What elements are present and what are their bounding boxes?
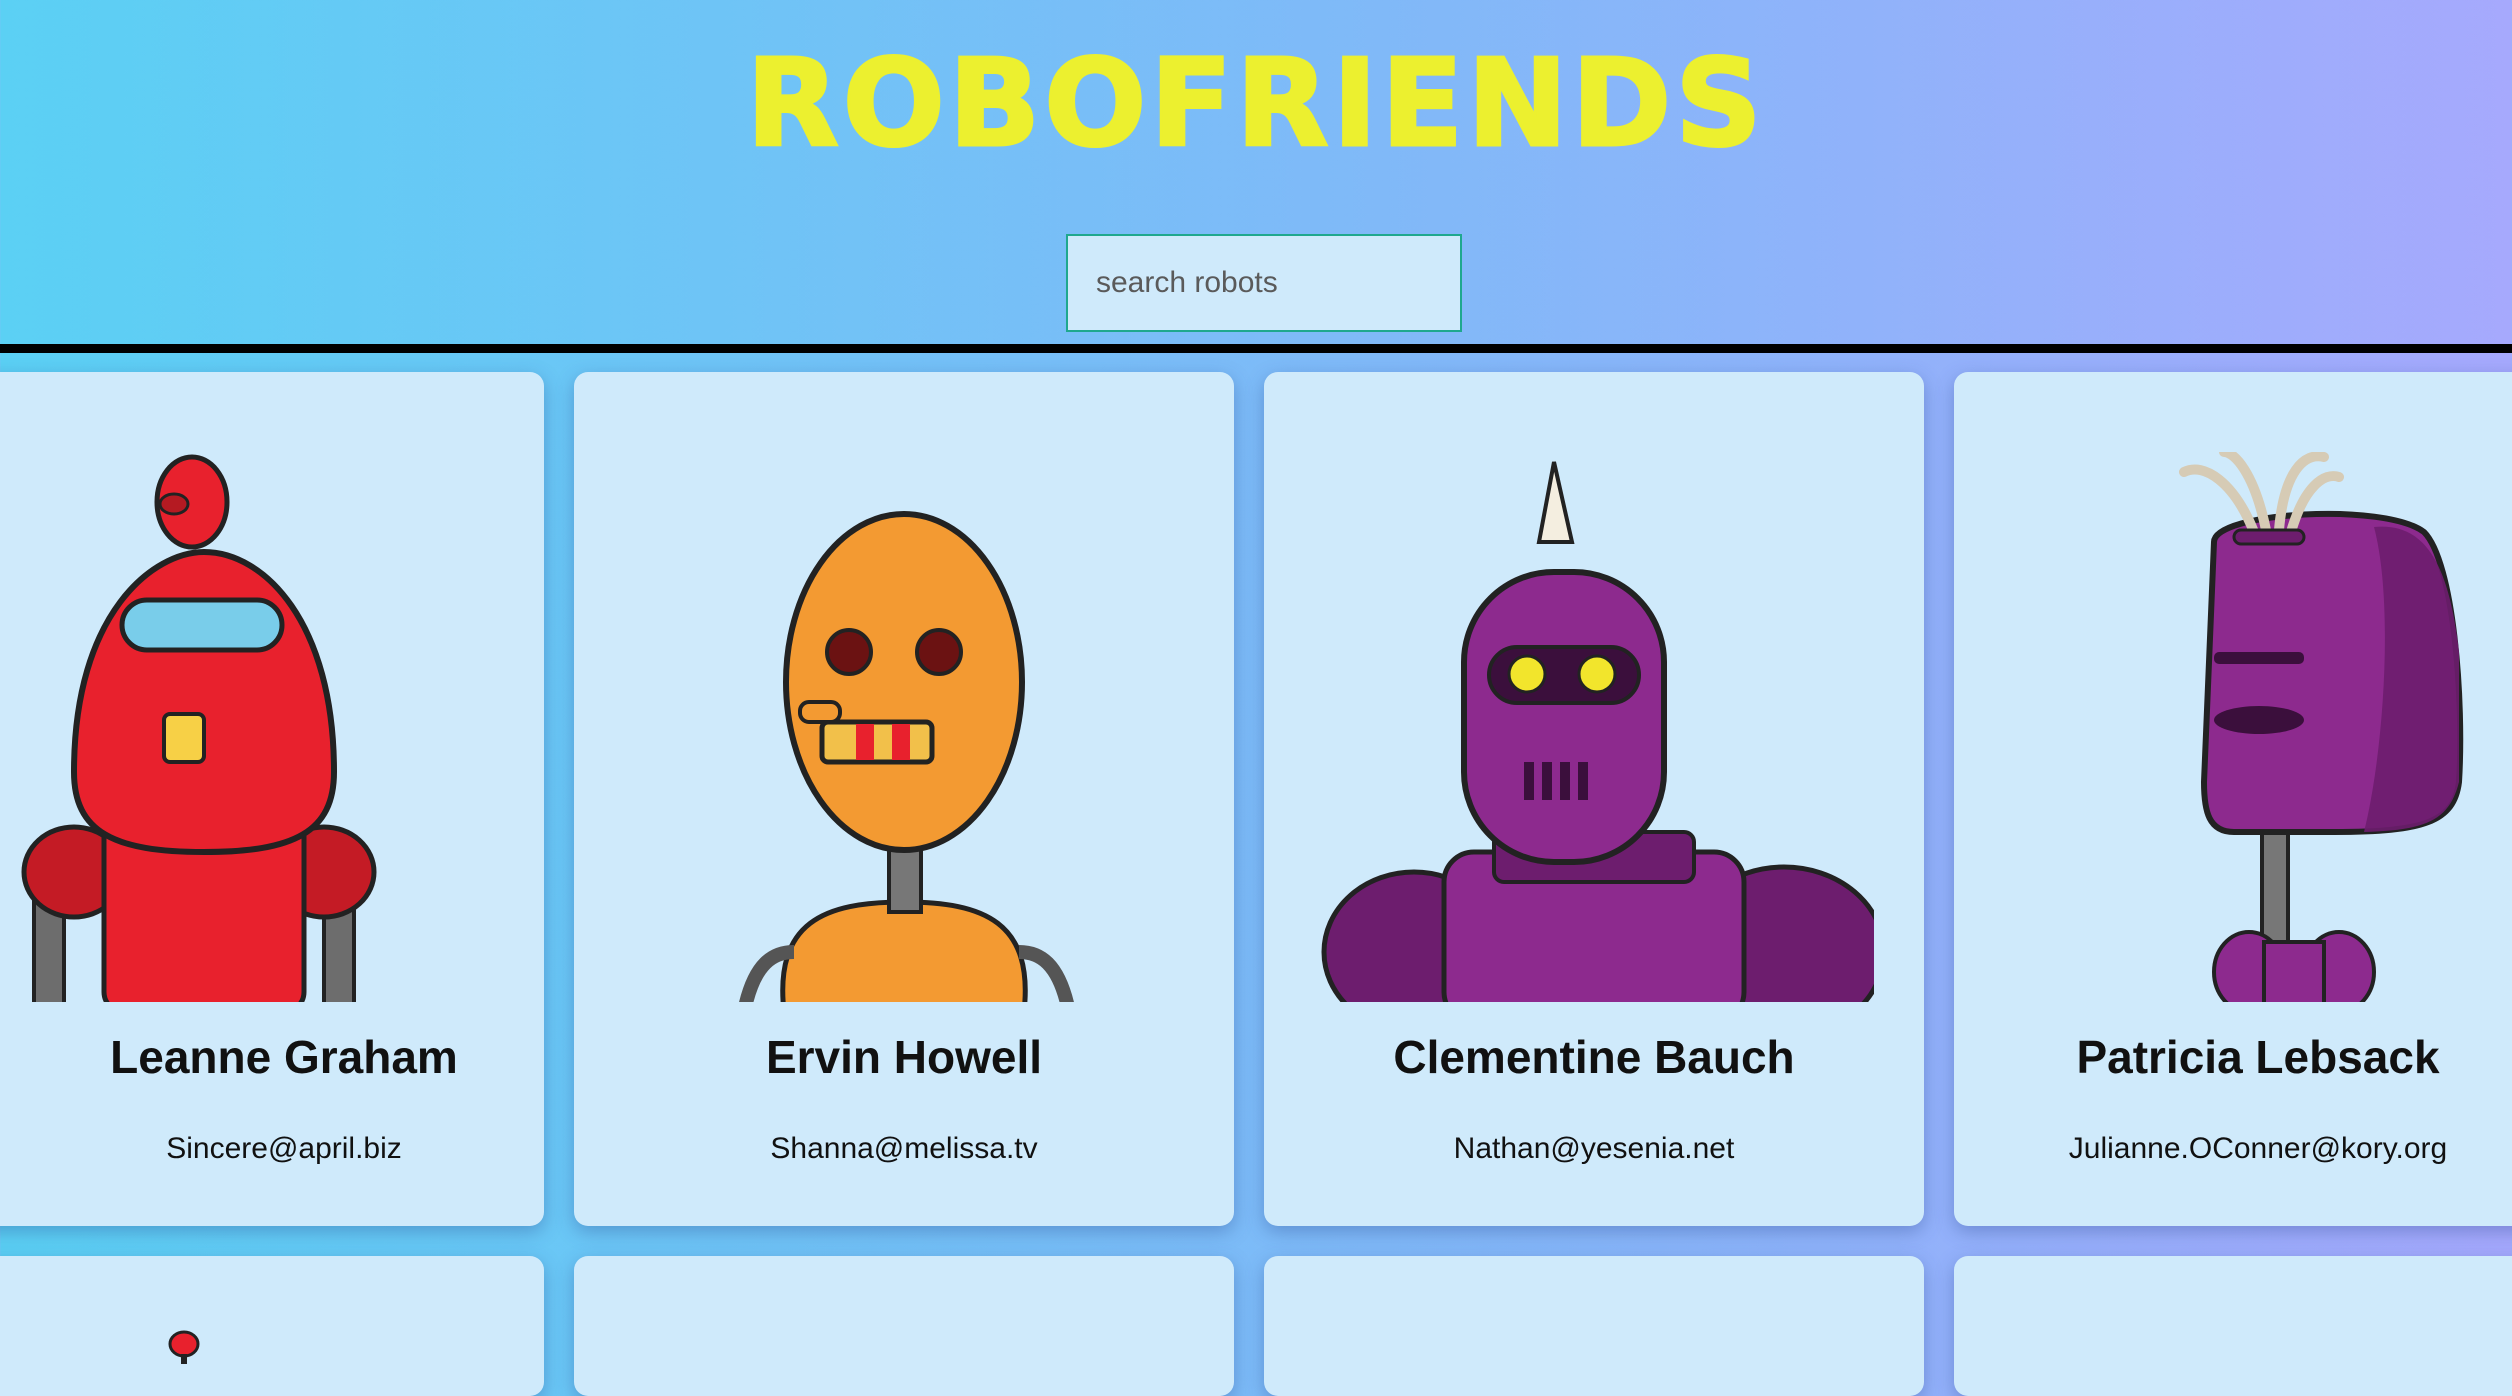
robot-card[interactable]: Leanne Graham Sincere@april.biz — [0, 372, 544, 1226]
robot-email: Julianne.OConner@kory.org — [2068, 1132, 2448, 1165]
header-divider — [0, 344, 2512, 353]
robot-name: Leanne Graham — [110, 1031, 458, 1083]
robot-avatar-image — [2004, 452, 2512, 1002]
search-input[interactable] — [1066, 234, 1462, 332]
robot-name: Clementine Bauch — [1393, 1031, 1795, 1083]
robot-email: Shanna@melissa.tv — [770, 1132, 1038, 1165]
robot-email: Nathan@yesenia.net — [1453, 1132, 1735, 1165]
robot-avatar-image — [168, 1330, 200, 1364]
robot-card[interactable] — [0, 1256, 544, 1396]
app-title: ROBOFRIENDS — [745, 35, 1766, 174]
robot-email: Sincere@april.biz — [166, 1132, 402, 1165]
robot-name: Ervin Howell — [765, 1031, 1043, 1083]
robot-card[interactable]: Patricia Lebsack Julianne.OConner@kory.o… — [1954, 372, 2512, 1226]
robot-card[interactable] — [574, 1256, 1234, 1396]
robot-card[interactable] — [1264, 1256, 1924, 1396]
robot-card[interactable]: Clementine Bauch Nathan@yesenia.net — [1264, 372, 1924, 1226]
robot-card[interactable]: Ervin Howell Shanna@melissa.tv — [574, 372, 1234, 1226]
robot-avatar-image — [1314, 452, 1874, 1002]
robot-avatar-image — [624, 452, 1184, 1002]
robot-avatar-image — [0, 452, 494, 1002]
robot-card[interactable] — [1954, 1256, 2512, 1396]
robot-name: Patricia Lebsack — [2076, 1031, 2440, 1083]
